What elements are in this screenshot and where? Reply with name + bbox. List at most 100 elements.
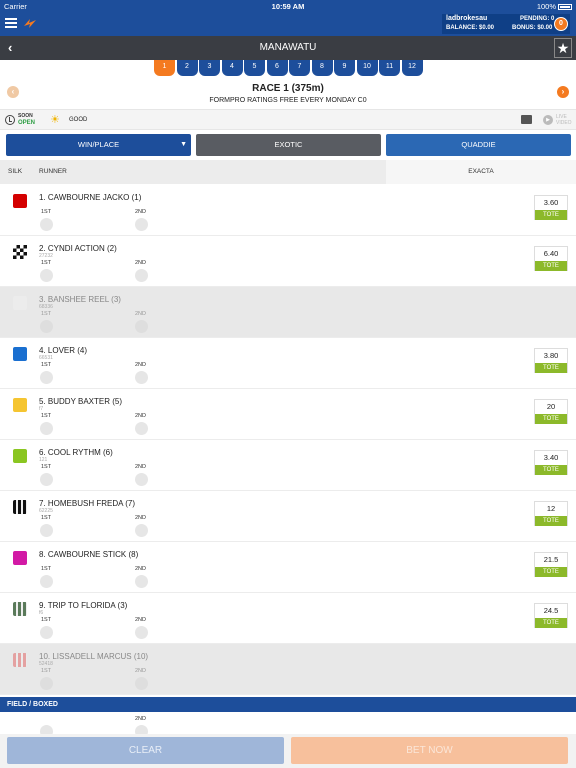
first-position-selector[interactable]: [40, 269, 53, 282]
second-position-selector[interactable]: [135, 269, 148, 282]
first-position-selector[interactable]: [40, 575, 53, 588]
second-position-selector[interactable]: [135, 524, 148, 537]
odds-button[interactable]: 12 TOTE: [534, 501, 568, 526]
second-position-label: 2ND: [135, 362, 147, 368]
bet-now-button[interactable]: BET NOW: [291, 737, 568, 764]
first-position-label: 1ST: [41, 413, 52, 419]
odds-button[interactable]: 20 TOTE: [534, 399, 568, 424]
second-position-selector[interactable]: [135, 626, 148, 639]
bet-type-quaddie-tab[interactable]: QUADDIE: [386, 134, 571, 156]
runner-name: 1. CAWBOURNE JACKO (1): [39, 193, 142, 202]
second-position-selector[interactable]: [135, 575, 148, 588]
first-position-label: 1ST: [41, 464, 52, 470]
second-position-label: 2ND: [135, 515, 147, 521]
race-tab-5[interactable]: 5: [244, 60, 265, 76]
silk-icon: [13, 602, 27, 616]
second-position-selector[interactable]: [135, 473, 148, 486]
meeting-bar: ‹ MANAWATU ★: [0, 36, 576, 60]
race-tab-8[interactable]: 8: [311, 60, 333, 76]
clock-label: 10:59 AM: [271, 2, 305, 11]
track-condition: GOOD: [69, 117, 88, 123]
race-tab-1[interactable]: 1: [154, 60, 175, 76]
race-tab-3[interactable]: 3: [199, 60, 220, 76]
second-position-label: 2ND: [135, 413, 147, 419]
live-video-label[interactable]: LIVE VIDEO: [556, 114, 576, 126]
runner-form: 62225: [39, 508, 53, 514]
runner-name: 3. BANSHEE REEL (3): [39, 295, 121, 304]
account-pending: PENDING: 0: [520, 16, 555, 22]
second-position-selector[interactable]: [135, 371, 148, 384]
odds-button[interactable]: 24.5 TOTE: [534, 603, 568, 628]
battery-label: 100%: [536, 2, 556, 11]
second-position-label: 2ND: [135, 209, 147, 215]
first-position-label: 1ST: [41, 566, 52, 572]
silk-icon: [13, 449, 27, 463]
clock-icon: [5, 115, 15, 125]
race-tab-2[interactable]: 2: [176, 60, 198, 76]
second-position-label: 2ND: [135, 311, 147, 317]
account-panel[interactable]: ladbrokesau BALANCE: $0.00 PENDING: 0 BO…: [442, 14, 570, 34]
race-tab-7[interactable]: 7: [289, 60, 310, 76]
chat-icon[interactable]: [521, 115, 532, 124]
battery-indicator: 100%: [537, 2, 572, 11]
first-position-selector[interactable]: [40, 218, 53, 231]
tote-label: TOTE: [535, 618, 567, 628]
race-tab-10[interactable]: 10: [356, 60, 378, 76]
second-position-selector[interactable]: [135, 218, 148, 231]
race-tab-12[interactable]: 12: [401, 60, 423, 76]
dropdown-caret-icon: ▼: [180, 141, 187, 148]
second-position-selector[interactable]: [135, 422, 148, 435]
odds-value: 3.40: [543, 453, 559, 462]
first-position-selector: [40, 677, 53, 690]
silk-icon: [13, 551, 27, 565]
exotic-label: EXOTIC: [274, 140, 303, 149]
tote-label: TOTE: [535, 261, 567, 271]
second-position-label: 2ND: [135, 668, 147, 674]
first-position-label: 1ST: [41, 260, 52, 266]
app-header: ladbrokesau BALANCE: $0.00 PENDING: 0 BO…: [0, 12, 576, 36]
account-balance: BALANCE: $0.00: [446, 25, 495, 31]
first-position-selector[interactable]: [40, 473, 53, 486]
silk-icon: [13, 245, 27, 259]
odds-button[interactable]: 6.40 TOTE: [534, 246, 568, 271]
tote-label: TOTE: [535, 567, 567, 577]
race-title: RACE 1 (375m): [252, 83, 324, 94]
race-tab-6[interactable]: 6: [266, 60, 288, 76]
runner-table-header: SILK RUNNER EXACTA: [0, 160, 576, 184]
clear-button[interactable]: CLEAR: [7, 737, 284, 764]
race-tab-9[interactable]: 9: [334, 60, 355, 76]
field-second-label: 2ND: [135, 716, 147, 722]
first-position-label: 1ST: [41, 209, 52, 215]
first-position-selector[interactable]: [40, 422, 53, 435]
runner-form: 68336: [39, 304, 53, 310]
odds-button[interactable]: 3.80 TOTE: [534, 348, 568, 373]
second-position-label: 2ND: [135, 566, 147, 572]
odds-button[interactable]: 3.40 TOTE: [534, 450, 568, 475]
runner-name: 8. CAWBOURNE STICK (8): [39, 550, 139, 559]
first-position-selector[interactable]: [40, 371, 53, 384]
first-position-selector[interactable]: [40, 524, 53, 537]
favourite-star-icon[interactable]: ★: [554, 38, 572, 58]
tote-label: TOTE: [535, 414, 567, 424]
first-position-selector[interactable]: [40, 626, 53, 639]
silk-icon: [13, 194, 27, 208]
race-status-open: OPEN: [18, 120, 36, 126]
race-tab-11[interactable]: 11: [379, 60, 400, 76]
bet-type-exotic-tab[interactable]: EXOTIC: [196, 134, 381, 156]
play-icon[interactable]: ▶: [543, 115, 553, 125]
odds-value: 21.5: [543, 555, 559, 564]
odds-button[interactable]: 3.60 TOTE: [534, 195, 568, 220]
odds-value: 6.40: [543, 249, 559, 258]
betslip-count-badge[interactable]: 0: [554, 17, 568, 31]
menu-icon[interactable]: [5, 18, 17, 28]
tote-label: TOTE: [535, 516, 567, 526]
second-position-label: 2ND: [135, 260, 147, 266]
field-boxed-header: FIELD / BOXED: [0, 697, 576, 712]
account-bonus: BONUS: $0.00: [512, 25, 553, 31]
race-tab-4[interactable]: 4: [221, 60, 243, 76]
odds-value: 12: [546, 504, 556, 513]
ladbrokes-logo[interactable]: [23, 16, 37, 30]
odds-button[interactable]: 21.5 TOTE: [534, 552, 568, 577]
runner-name: 7. HOMEBUSH FREDA (7): [39, 499, 136, 508]
bet-type-winplace-tab[interactable]: WIN/PLACE ▼: [6, 134, 191, 156]
